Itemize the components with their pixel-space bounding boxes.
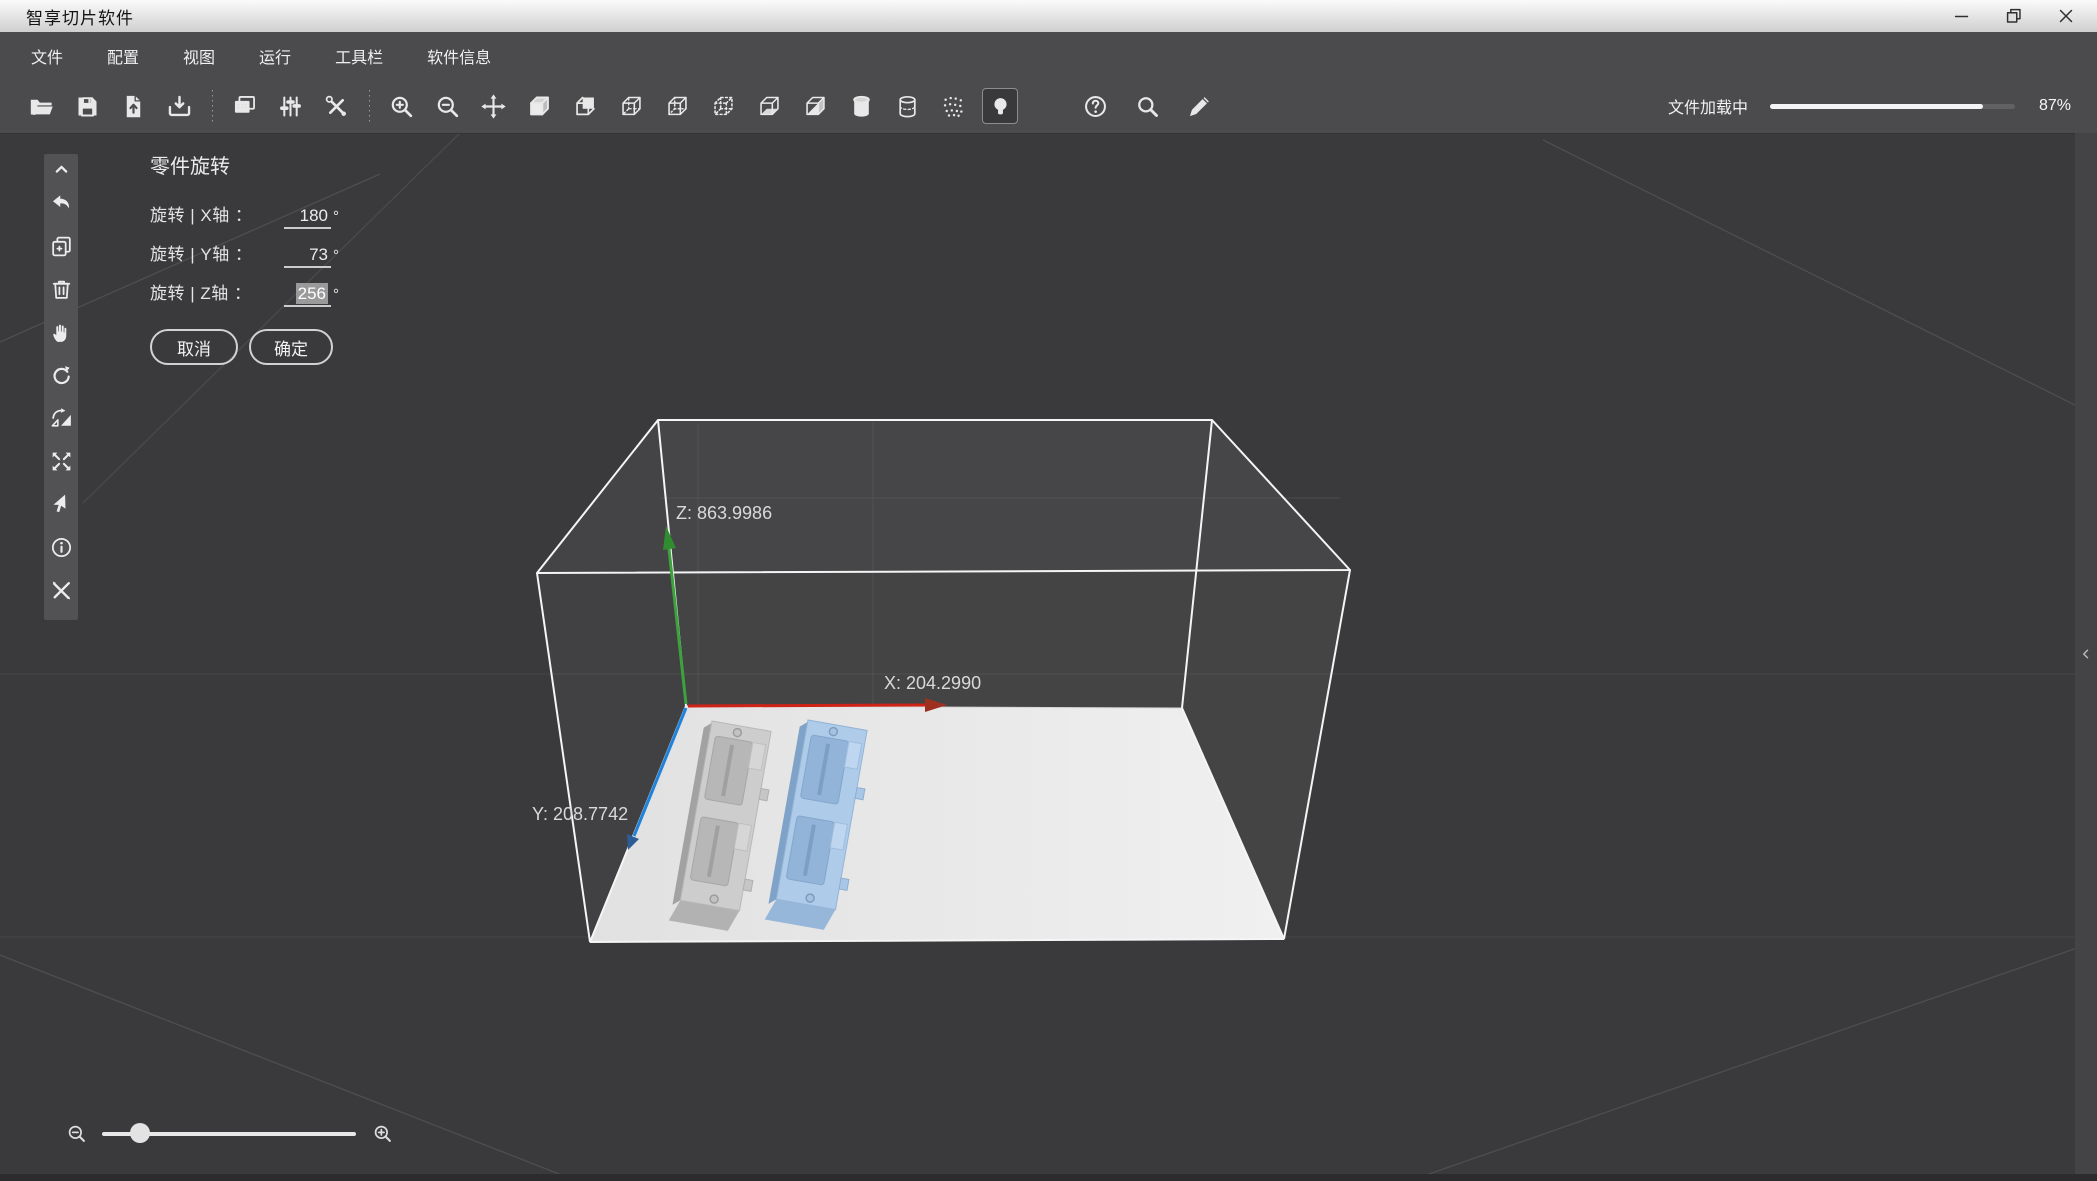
degree-unit: ° bbox=[333, 286, 339, 303]
cube-hidden-dashed-icon[interactable] bbox=[614, 89, 648, 123]
import-tray-icon[interactable] bbox=[162, 89, 196, 123]
rotation-input-x[interactable]: 180 bbox=[284, 206, 331, 229]
rotation-input-z[interactable]: 256 bbox=[284, 283, 331, 307]
zoom-in-glass-icon[interactable] bbox=[370, 1121, 394, 1145]
side-toolbar bbox=[44, 154, 78, 620]
cube-back-face-icon[interactable] bbox=[568, 89, 602, 123]
expand-arrows-icon[interactable] bbox=[45, 440, 77, 483]
display-settings-icon[interactable] bbox=[227, 89, 261, 123]
rotation-panel-title: 零件旋转 bbox=[150, 156, 230, 178]
toolbar-groups bbox=[0, 88, 1030, 124]
progress-bar bbox=[1769, 103, 2015, 109]
collapse-up-icon[interactable] bbox=[45, 156, 77, 182]
help-icon[interactable] bbox=[1078, 89, 1112, 123]
cross-tools-icon[interactable] bbox=[45, 569, 77, 612]
window-title: 智享切片软件 bbox=[26, 8, 134, 28]
rotation-row-x: 旋转 | X轴 ： 180 ° bbox=[150, 201, 390, 229]
toolbar-separator bbox=[369, 90, 370, 122]
pen-icon[interactable] bbox=[1182, 89, 1216, 123]
window-controls bbox=[1949, 3, 2079, 29]
rotate-ccw-icon[interactable] bbox=[45, 354, 77, 397]
toolbar-separator bbox=[212, 90, 213, 122]
menu-item-2[interactable]: 视图 bbox=[168, 38, 230, 74]
cube-inner-axes-icon[interactable] bbox=[660, 89, 694, 123]
right-panel-toggle[interactable] bbox=[2075, 133, 2097, 1174]
menu-item-4[interactable]: 工具栏 bbox=[320, 38, 398, 74]
degree-unit: ° bbox=[333, 208, 339, 225]
info-icon[interactable] bbox=[45, 526, 77, 569]
menu-item-0[interactable]: 文件 bbox=[16, 38, 78, 74]
titlebar: 智享切片软件 bbox=[0, 0, 2097, 33]
light-bulb-icon[interactable] bbox=[982, 88, 1018, 124]
degree-unit: ° bbox=[333, 247, 339, 264]
cylinder-wireframe-icon[interactable] bbox=[890, 89, 924, 123]
file-loading-area: 文件加载中 87% bbox=[1668, 94, 2097, 118]
pan-hand-icon[interactable] bbox=[45, 311, 77, 354]
zoom-out-glass-icon[interactable] bbox=[64, 1121, 88, 1145]
zoom-out-icon[interactable] bbox=[430, 89, 464, 123]
rotation-value-x: 180 bbox=[299, 206, 328, 225]
rotation-value-z: 256 bbox=[295, 283, 328, 304]
minimize-icon[interactable] bbox=[1949, 3, 1975, 29]
undo-icon[interactable] bbox=[45, 182, 77, 225]
cube-bottom-face-icon[interactable] bbox=[752, 89, 786, 123]
rotation-panel: 零件旋转 旋转 | X轴 ： 180 ° 旋转 | Y轴 ： 73 ° 旋转 | Z轴 ： 2… bbox=[150, 150, 390, 365]
toolbar-right-icons bbox=[1078, 89, 1234, 123]
menubar: 文件 配置 视图 运行 工具栏 软件信息 bbox=[0, 32, 2097, 80]
zoom-slider-thumb[interactable] bbox=[130, 1123, 151, 1143]
menu-item-1[interactable]: 配置 bbox=[92, 38, 154, 74]
rotation-value-y: 73 bbox=[309, 245, 328, 264]
bottom-strip bbox=[0, 1174, 2097, 1181]
confirm-button[interactable]: 确定 bbox=[249, 329, 333, 365]
rotation-label-x: 旋转 | X轴 ： bbox=[150, 206, 253, 225]
cancel-button[interactable]: 取消 bbox=[150, 329, 238, 365]
rotation-buttons: 取消 确定 bbox=[150, 329, 390, 365]
rotation-label-z: 旋转 | Z轴 ： bbox=[150, 284, 252, 303]
move-icon[interactable] bbox=[476, 89, 510, 123]
probe-search-icon[interactable] bbox=[1130, 89, 1164, 123]
chevron-left-icon bbox=[2083, 649, 2089, 658]
cylinder-solid-icon[interactable] bbox=[844, 89, 878, 123]
rotation-row-z: 旋转 | Z轴 ： 256 ° bbox=[150, 279, 390, 307]
save-icon[interactable] bbox=[70, 89, 104, 123]
toolbar: 文件加载中 87% bbox=[0, 79, 2097, 134]
menu-item-3[interactable]: 运行 bbox=[244, 38, 306, 74]
adjust-sliders-icon[interactable] bbox=[273, 89, 307, 123]
rotation-rows: 旋转 | X轴 ： 180 ° 旋转 | Y轴 ： 73 ° 旋转 | Z轴 ： 256 ° bbox=[150, 201, 390, 307]
cube-solid-icon[interactable] bbox=[522, 89, 556, 123]
restore-icon[interactable] bbox=[2001, 3, 2027, 29]
delete-trash-icon[interactable] bbox=[45, 268, 77, 311]
zoom-slider[interactable] bbox=[102, 1123, 356, 1143]
zoom-in-icon[interactable] bbox=[384, 89, 418, 123]
open-folder-icon[interactable] bbox=[24, 89, 58, 123]
cube-dotted-icon[interactable] bbox=[706, 89, 740, 123]
menu-item-5[interactable]: 软件信息 bbox=[412, 38, 506, 74]
add-copy-icon[interactable] bbox=[45, 225, 77, 268]
viewport-zoom-control bbox=[64, 1113, 394, 1153]
tools-wrench-icon[interactable] bbox=[319, 89, 353, 123]
mirror-flip-icon[interactable] bbox=[45, 397, 77, 440]
progress-percent: 87% bbox=[2038, 97, 2071, 114]
select-cursor-icon[interactable] bbox=[45, 483, 77, 526]
progress-label: 文件加载中 bbox=[1667, 100, 1748, 117]
point-cloud-icon[interactable] bbox=[936, 89, 970, 123]
rotation-label-y: 旋转 | Y轴 ： bbox=[150, 245, 253, 264]
close-icon[interactable] bbox=[2053, 3, 2079, 29]
rotation-row-y: 旋转 | Y轴 ： 73 ° bbox=[150, 240, 390, 268]
cube-diagonal-icon[interactable] bbox=[798, 89, 832, 123]
export-file-icon[interactable] bbox=[116, 89, 150, 123]
progress-bar-fill bbox=[1769, 103, 1984, 109]
rotation-input-y[interactable]: 73 bbox=[284, 245, 331, 268]
